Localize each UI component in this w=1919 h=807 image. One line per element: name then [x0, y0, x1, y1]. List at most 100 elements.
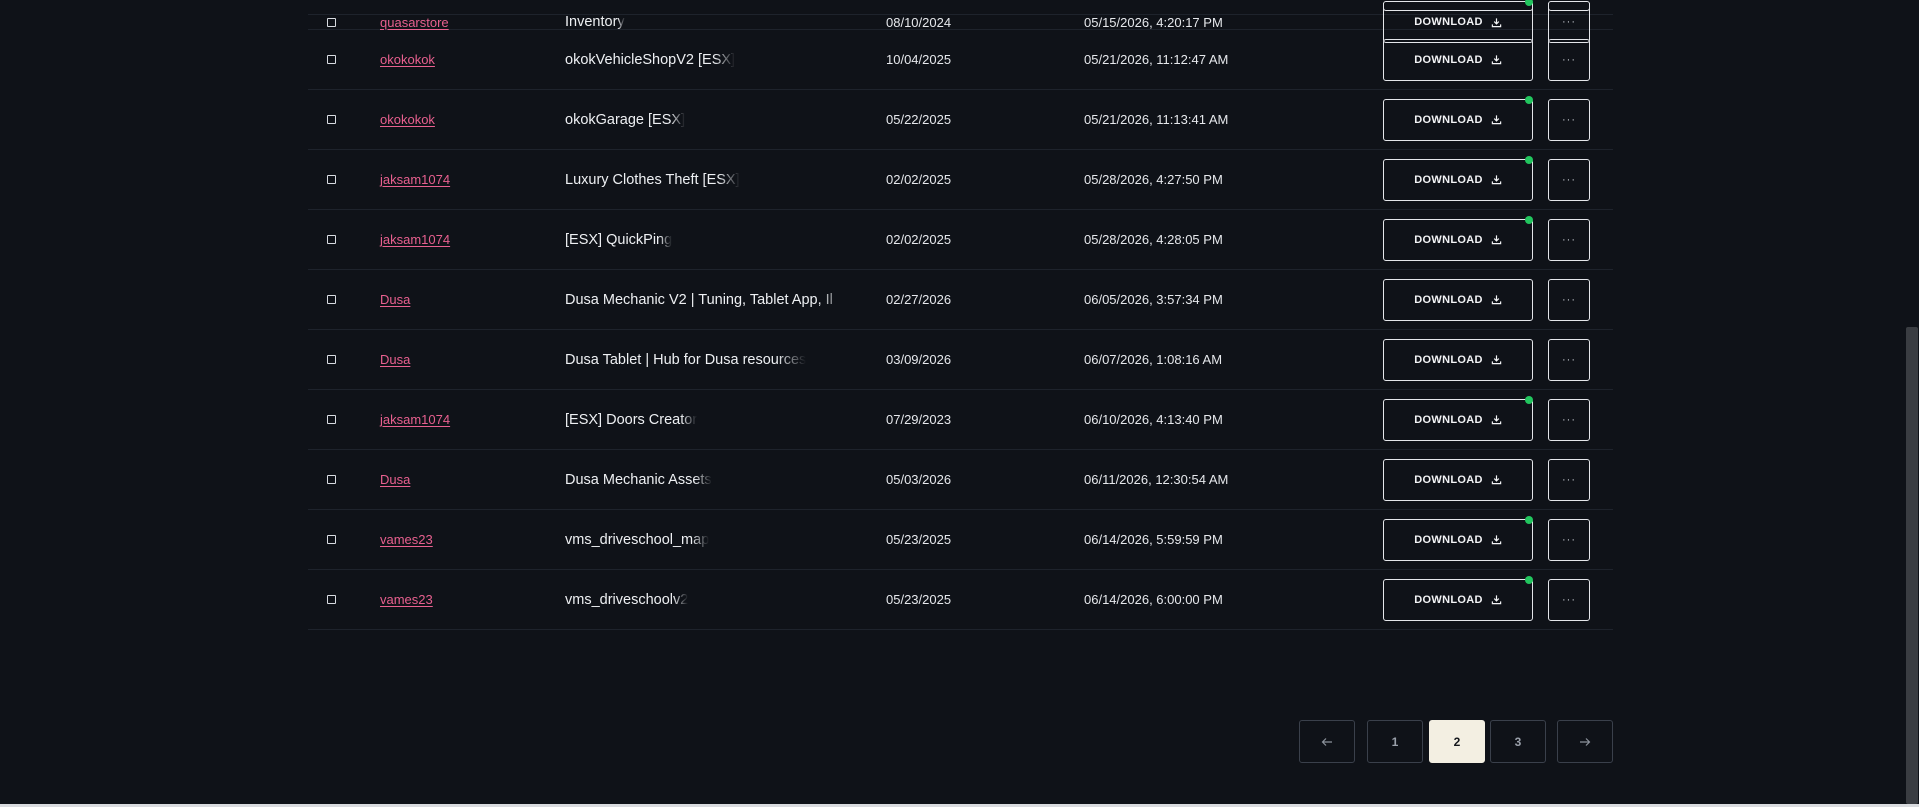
author-link[interactable]: okokokok: [380, 52, 435, 67]
download-label: DOWNLOAD: [1414, 353, 1483, 366]
updated-at: 06/05/2026, 3:57:34 PM: [1084, 292, 1223, 307]
more-options-button[interactable]: ···: [1548, 38, 1590, 81]
updated-at: 05/15/2026, 4:20:17 PM: [1084, 14, 1223, 30]
download-icon: [1491, 295, 1501, 305]
arrow-right-icon: [1580, 737, 1591, 746]
table-row: Dusa Dusa Mechanic V2 | Tuning, Tablet Ap…: [308, 270, 1613, 330]
download-icon: [1491, 115, 1501, 125]
more-icon: ···: [1562, 113, 1576, 126]
purchase-date: 05/03/2026: [886, 472, 952, 487]
update-available-dot: [1525, 0, 1533, 6]
page-number: 3: [1514, 734, 1522, 749]
more-options-button[interactable]: ···: [1548, 458, 1590, 501]
author-link[interactable]: Dusa: [380, 292, 410, 307]
author-link[interactable]: quasarstore: [380, 15, 449, 30]
page-button-1[interactable]: 1: [1367, 720, 1423, 763]
row-select-checkbox[interactable]: [327, 17, 336, 27]
download-button[interactable]: DOWNLOAD: [1383, 155, 1533, 201]
author-link[interactable]: jaksam1074: [380, 232, 450, 247]
resource-name: Dusa Mechanic V2 | Tuning, Tablet App, I…: [565, 291, 833, 308]
row-select-checkbox[interactable]: [327, 295, 336, 304]
row-select-checkbox[interactable]: [327, 595, 336, 604]
download-icon: [1491, 17, 1501, 27]
more-icon: ···: [1562, 293, 1576, 306]
more-icon: ···: [1562, 53, 1576, 66]
more-options-button[interactable]: ···: [1548, 398, 1590, 441]
download-label: DOWNLOAD: [1414, 113, 1483, 126]
more-options-button[interactable]: ···: [1548, 338, 1590, 381]
author-link[interactable]: Dusa: [380, 352, 410, 367]
more-icon: ···: [1562, 16, 1576, 28]
row-select-checkbox[interactable]: [327, 415, 336, 424]
download-icon: [1491, 535, 1501, 545]
download-button[interactable]: DOWNLOAD: [1383, 395, 1533, 441]
download-button[interactable]: DOWNLOAD: [1383, 278, 1533, 321]
row-select-checkbox[interactable]: [327, 535, 336, 544]
update-available-dot: [1525, 395, 1533, 404]
download-button[interactable]: DOWNLOAD: [1383, 515, 1533, 561]
download-icon: [1491, 355, 1501, 365]
author-link[interactable]: jaksam1074: [380, 172, 450, 187]
updated-at: 05/21/2026, 11:13:41 AM: [1084, 112, 1229, 127]
table-row: vames23 vms_driveschool_map 05/23/2025 06/1…: [308, 510, 1613, 570]
more-icon: ···: [1562, 413, 1576, 426]
updated-at: 05/21/2026, 11:12:47 AM: [1084, 52, 1229, 67]
purchase-date: 07/29/2023: [886, 412, 952, 427]
table-row: jaksam1074 Luxury Clothes Theft [ESX] 02/0…: [308, 150, 1613, 210]
table-row: okokokok okokGarage [ESX] 05/22/2025 05/21/…: [308, 90, 1613, 150]
next-page-button[interactable]: [1557, 720, 1613, 763]
author-link[interactable]: jaksam1074: [380, 412, 450, 427]
row-select-checkbox[interactable]: [327, 55, 336, 64]
purchase-date: 02/02/2025: [886, 172, 952, 187]
download-label: DOWNLOAD: [1414, 293, 1483, 306]
more-options-button[interactable]: ···: [1548, 158, 1590, 201]
download-button[interactable]: DOWNLOAD: [1383, 575, 1533, 621]
scrollbar-track[interactable]: [1904, 0, 1919, 804]
row-select-checkbox[interactable]: [327, 235, 336, 244]
scrollbar-thumb[interactable]: [1906, 327, 1918, 804]
download-button[interactable]: DOWNLOAD: [1383, 338, 1533, 381]
page-button-3[interactable]: 3: [1490, 720, 1546, 763]
purchase-date: 05/23/2025: [886, 592, 952, 607]
row-select-checkbox[interactable]: [327, 355, 336, 364]
download-button[interactable]: DOWNLOAD: [1383, 215, 1533, 261]
table-row: okokokok okokVehicleShopV2 [ESX] 10/04/202…: [308, 30, 1613, 90]
page: quasarstore Inventory 08/10/2024 05/15/2026…: [0, 0, 1919, 807]
purchase-date: 03/09/2026: [886, 352, 952, 367]
more-options-button[interactable]: ···: [1548, 518, 1590, 561]
more-options-button[interactable]: ···: [1548, 98, 1590, 141]
row-select-checkbox[interactable]: [327, 115, 336, 124]
updated-at: 06/14/2026, 5:59:59 PM: [1084, 532, 1223, 547]
purchase-date: 02/02/2025: [886, 232, 952, 247]
resource-name: [ESX] QuickPing: [565, 231, 673, 248]
more-options-button[interactable]: ···: [1548, 218, 1590, 261]
table-row: jaksam1074 [ESX] Doors Creator 07/29/2023 0…: [308, 390, 1613, 450]
more-options-button[interactable]: ···: [1548, 578, 1590, 621]
download-button[interactable]: DOWNLOAD: [1383, 38, 1533, 81]
prev-page-button[interactable]: [1299, 720, 1355, 763]
author-link[interactable]: okokokok: [380, 112, 435, 127]
row-select-checkbox[interactable]: [327, 175, 336, 184]
author-link[interactable]: vames23: [380, 532, 433, 547]
more-icon: ···: [1562, 593, 1576, 606]
download-label: DOWNLOAD: [1414, 16, 1483, 28]
resource-name: okokGarage [ESX]: [565, 111, 686, 128]
author-link[interactable]: vames23: [380, 592, 433, 607]
more-icon: ···: [1562, 173, 1576, 186]
purchase-date: 05/22/2025: [886, 112, 952, 127]
updated-at: 06/07/2026, 1:08:16 AM: [1084, 352, 1223, 367]
download-label: DOWNLOAD: [1414, 413, 1483, 426]
download-button[interactable]: DOWNLOAD: [1383, 458, 1533, 501]
download-icon: [1491, 475, 1501, 485]
author-link[interactable]: Dusa: [380, 472, 410, 487]
more-icon: ···: [1562, 353, 1576, 366]
table-row: quasarstore Inventory 08/10/2024 05/15/2026…: [308, 0, 1613, 43]
page-button-2-current[interactable]: 2: [1429, 720, 1485, 763]
row-select-checkbox[interactable]: [327, 475, 336, 484]
download-button[interactable]: DOWNLOAD: [1383, 95, 1533, 141]
more-options-button[interactable]: ···: [1548, 278, 1590, 321]
table-body: quasarstore Inventory 08/10/2024 05/15/2026…: [308, 0, 1613, 630]
update-available-dot: [1525, 155, 1533, 164]
resource-name: vms_driveschoolv2: [565, 591, 689, 608]
download-icon: [1491, 235, 1501, 245]
